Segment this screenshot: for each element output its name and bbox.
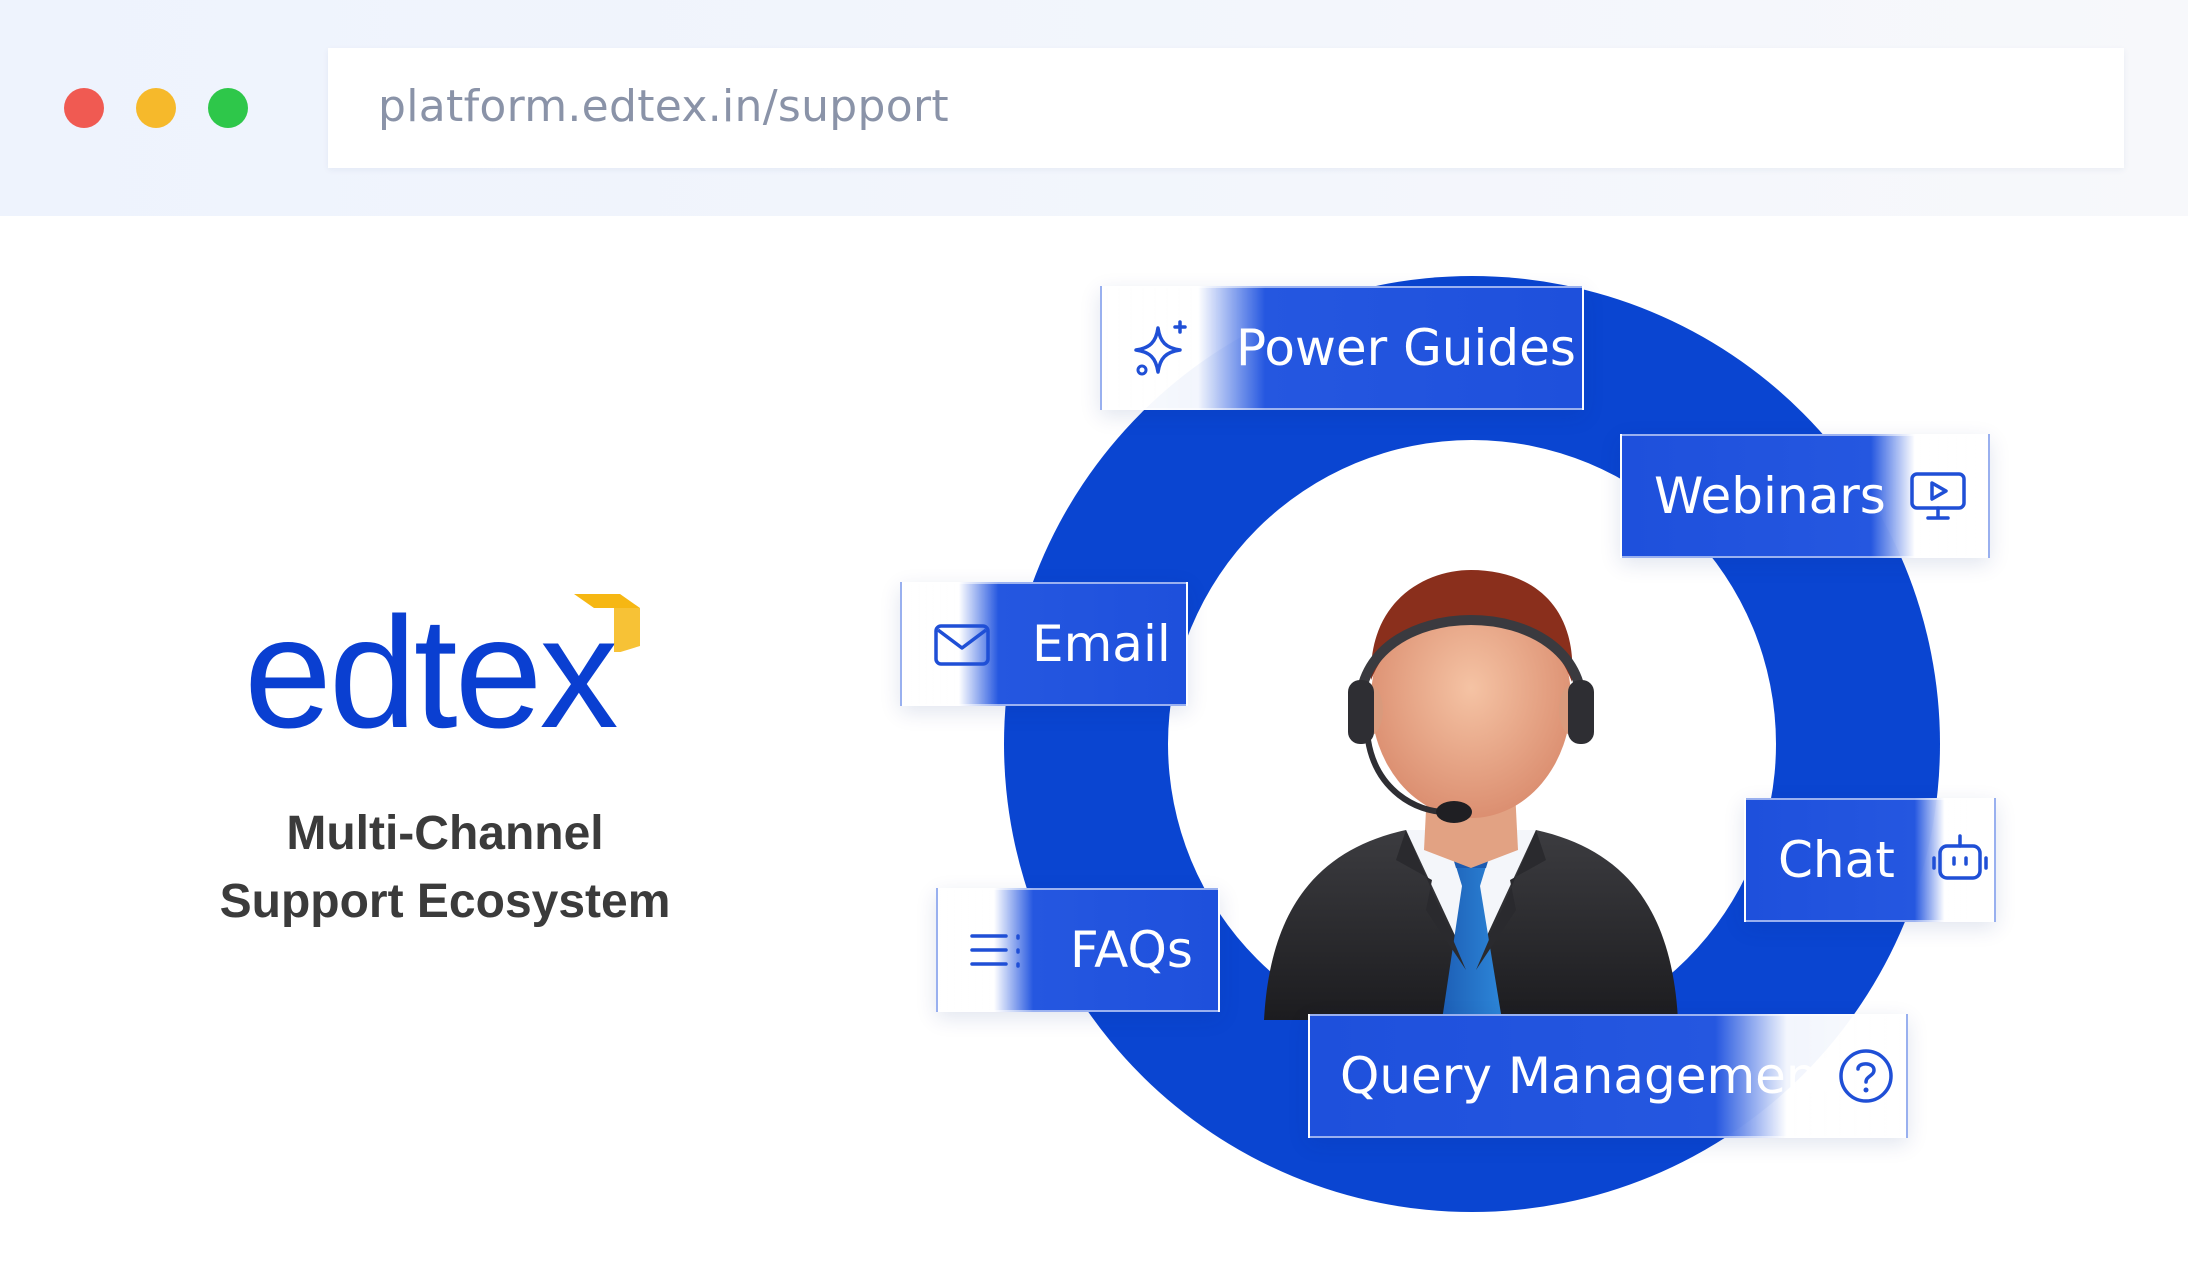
channel-label: Chat xyxy=(1778,831,1895,889)
window-minimize-button[interactable] xyxy=(136,88,176,128)
channel-webinars[interactable]: Webinars xyxy=(1620,434,1990,558)
channel-chat[interactable]: Chat xyxy=(1744,798,1996,922)
channel-email[interactable]: Email xyxy=(900,582,1188,706)
logo-wordmark: edtex xyxy=(244,585,619,761)
tagline-line-1: Multi-Channel xyxy=(286,807,604,860)
channel-label: Power Guides xyxy=(1236,319,1576,377)
browser-toolbar: platform.edtex.in/support xyxy=(0,0,2188,216)
channel-label: Query Management xyxy=(1340,1047,1838,1105)
logo-accent-icon xyxy=(574,594,640,652)
question-circle-icon xyxy=(1839,1049,1893,1103)
bot-icon xyxy=(1932,834,1988,880)
list-icon xyxy=(970,934,1020,968)
window-maximize-button[interactable] xyxy=(208,88,248,128)
channel-label: FAQs xyxy=(1070,921,1193,979)
channel-label: Webinars xyxy=(1654,467,1886,525)
sparkle-icon xyxy=(1134,320,1187,376)
monitor-play-icon xyxy=(1910,472,1966,520)
window-close-button[interactable] xyxy=(64,88,104,128)
tagline-line-2: Support Ecosystem xyxy=(219,875,671,928)
address-bar-url: platform.edtex.in/support xyxy=(378,81,949,132)
edtex-logo: edtex xyxy=(244,564,644,784)
channel-power-guides[interactable]: Power Guides xyxy=(1100,286,1584,410)
channel-faqs[interactable]: FAQs xyxy=(936,888,1220,1012)
mail-icon xyxy=(934,624,990,666)
support-agent-illustration xyxy=(1264,570,1678,1020)
channel-label: Email xyxy=(1032,615,1171,673)
address-bar[interactable]: platform.edtex.in/support xyxy=(328,48,2124,168)
brand-block: edtex Multi-Channel Support Ecosystem xyxy=(0,540,890,940)
channel-query-management[interactable]: Query Management xyxy=(1308,1014,1908,1138)
